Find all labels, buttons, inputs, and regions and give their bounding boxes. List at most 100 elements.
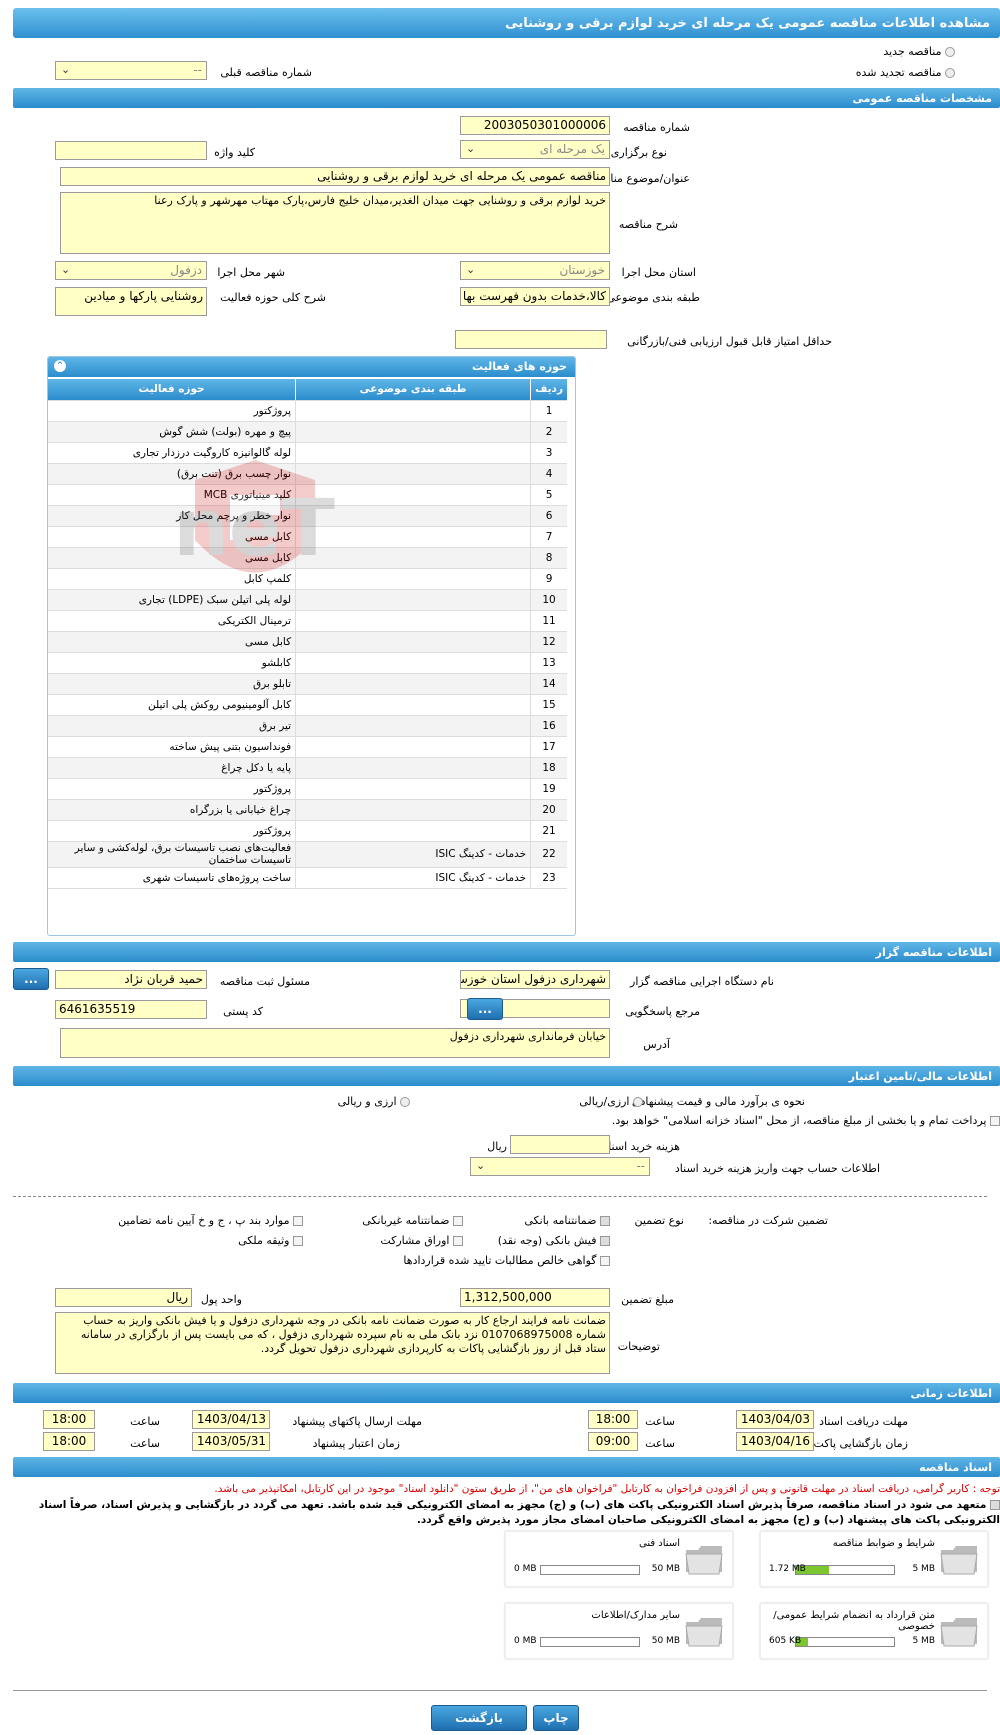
valid-date[interactable]: 1403/05/31 <box>192 1432 270 1451</box>
table-row: 1 پروژکتور <box>48 400 567 422</box>
doc-cost-unit: ریال <box>487 1140 507 1153</box>
row-area: کابلشو <box>48 652 296 674</box>
document-used-size: 0 MB <box>514 1636 537 1646</box>
city-select[interactable]: دزفول ⌄ <box>55 261 207 280</box>
checkbox-icon[interactable] <box>600 1256 610 1266</box>
row-number: 22 <box>530 841 567 868</box>
amount-field[interactable]: 1,312,500,000 <box>460 1288 610 1307</box>
document-item[interactable]: شرایط و ضوابط مناقصه 5 MB 1.72 MB <box>760 1531 988 1587</box>
guarantee-claims[interactable]: گواهی خالص مطالبات تایید شده قراردادها <box>403 1254 610 1267</box>
row-area: تابلو برق <box>48 673 296 695</box>
row-number: 20 <box>530 799 567 821</box>
keyword-field[interactable] <box>55 141 207 160</box>
document-name: اسناد فنی <box>639 1538 680 1549</box>
row-number: 17 <box>530 736 567 758</box>
activities-panel: حوزه های فعالیت ⌃ ردیف طبقه بندی موضوعی … <box>47 356 576 936</box>
row-class <box>295 421 531 443</box>
checkbox-icon[interactable] <box>453 1236 463 1246</box>
document-used-size: 0 MB <box>514 1564 537 1574</box>
category-field[interactable]: کالا،خدمات بدون فهرست بها <box>460 287 610 306</box>
scope-label: شرح کلی حوزه فعالیت <box>220 291 326 304</box>
treasury-checkbox[interactable]: پرداخت تمام و یا بخشی از مبلغ مناقصه، از… <box>612 1114 1000 1127</box>
ref-lookup-button[interactable]: ... <box>467 998 503 1020</box>
row-class: خدمات - کدینگ ISIC <box>295 867 531 889</box>
address-label: آدرس <box>643 1038 670 1051</box>
checkbox-icon[interactable] <box>293 1216 303 1226</box>
checkbox-icon[interactable] <box>293 1236 303 1246</box>
row-class <box>295 715 531 737</box>
radio-icon[interactable] <box>633 1097 643 1107</box>
get-docs-date[interactable]: 1403/04/03 <box>736 1410 814 1429</box>
currency-field[interactable]: ریال <box>55 1288 192 1307</box>
checkbox-icon[interactable] <box>990 1500 1000 1510</box>
table-row: 18 پایه یا دکل چراغ <box>48 757 567 779</box>
checkbox-icon[interactable] <box>600 1236 610 1246</box>
guarantee-cash[interactable]: فیش بانکی (وجه نقد) <box>498 1234 610 1247</box>
tender-number-field[interactable]: 2003050301000006 <box>460 116 610 135</box>
resp-lookup-button[interactable]: ... <box>13 968 49 990</box>
open-time[interactable]: 09:00 <box>588 1432 638 1451</box>
collapse-icon[interactable]: ⌃ <box>54 360 66 372</box>
document-progress-bar <box>540 1565 640 1575</box>
row-area: پیچ و مهره (بولت) شش گوش <box>48 421 296 443</box>
row-area: پروژکتور <box>48 778 296 800</box>
send-label: مهلت ارسال پاکتهای پیشنهاد <box>292 1415 422 1428</box>
section-general-header: مشخصات مناقصه عمومی <box>13 88 1000 108</box>
scope-field[interactable]: روشنایی پارکها و میادین <box>55 287 207 316</box>
document-item[interactable]: اسناد فنی 50 MB 0 MB <box>505 1531 733 1587</box>
guarantee-nonbank[interactable]: ضمانتنامه غیربانکی <box>362 1214 463 1227</box>
radio-renewed-tender[interactable]: مناقصه تجدید شده <box>856 66 955 79</box>
amount-label: مبلغ تضمین <box>621 1293 674 1306</box>
table-row: 13 کابلشو <box>48 652 567 674</box>
type-select[interactable]: یک مرحله ای ⌄ <box>460 140 610 159</box>
address-field[interactable]: خیابان فرمانداری شهرداری دزفول <box>60 1028 610 1058</box>
checkbox-icon[interactable] <box>453 1216 463 1226</box>
subject-field[interactable]: مناقصه عمومی یک مرحله ای خرید لوازم برقی… <box>60 167 610 186</box>
province-select[interactable]: خوزستان ⌄ <box>460 261 610 280</box>
description-field[interactable]: خرید لوازم برقی و روشنایی جهت میدان الغد… <box>60 192 610 254</box>
min-score-field[interactable] <box>455 330 607 349</box>
account-select[interactable]: -- ⌄ <box>470 1157 650 1176</box>
document-item[interactable]: متن قرارداد به انضمام شرایط عمومی/خصوصی 5… <box>760 1603 988 1659</box>
time-label: ساعت <box>130 1437 160 1450</box>
chevron-down-icon: ⌄ <box>466 263 476 276</box>
notes-field[interactable]: ضمانت نامه فرایند ارجاع کار به صورت ضمان… <box>55 1312 610 1374</box>
back-button[interactable]: بازگشت <box>431 1705 527 1731</box>
send-time[interactable]: 18:00 <box>43 1410 95 1429</box>
doc-cost-field[interactable] <box>510 1135 610 1154</box>
guarantee-property[interactable]: وثیقه ملکی <box>238 1234 303 1247</box>
checkbox-icon[interactable] <box>600 1216 610 1226</box>
document-item[interactable]: سایر مدارک/اطلاعات 50 MB 0 MB <box>505 1603 733 1659</box>
row-area: ساخت پروژه‌های تاسیسات شهری <box>48 867 296 889</box>
exec-org-field[interactable]: شهرداری دزفول استان خوزستان <box>460 970 610 989</box>
ref-label: مرجع پاسخگویی <box>625 1005 700 1018</box>
prev-number-select[interactable]: -- ⌄ <box>55 61 207 80</box>
row-area: فعالیت‌های نصب تاسیسات برق، لوله‌کشی و س… <box>48 841 296 868</box>
chevron-down-icon: ⌄ <box>466 142 476 155</box>
docs-commitment: متعهد می شود در اسناد مناقصه، صرفاً پذیر… <box>38 1499 1000 1526</box>
watermark: AriaTender.neT <box>0 455 805 608</box>
row-class <box>295 757 531 779</box>
radio-new-tender[interactable]: مناقصه جدید <box>883 45 955 58</box>
estimate-option-2[interactable]: ارزی و ریالی <box>338 1095 410 1108</box>
postal-field[interactable]: 6461635519 <box>55 1000 207 1019</box>
guarantee-rules[interactable]: موارد بند پ ، ج و خ آیین نامه تضامین <box>118 1214 303 1227</box>
checkbox-icon[interactable] <box>990 1116 1000 1126</box>
radio-icon[interactable] <box>945 68 955 78</box>
valid-time[interactable]: 18:00 <box>43 1432 95 1451</box>
table-row: 19 پروژکتور <box>48 778 567 800</box>
send-date[interactable]: 1403/04/13 <box>192 1410 270 1429</box>
row-number: 19 <box>530 778 567 800</box>
radio-icon[interactable] <box>400 1097 410 1107</box>
open-date[interactable]: 1403/04/16 <box>736 1432 814 1451</box>
estimate-option-1[interactable]: ارزی/ریالی <box>579 1095 643 1108</box>
row-number: 23 <box>530 867 567 889</box>
guarantee-bank[interactable]: ضمانتنامه بانکی <box>524 1214 610 1227</box>
radio-icon[interactable] <box>945 47 955 57</box>
print-button[interactable]: چاپ <box>533 1705 579 1731</box>
col-row-header: ردیف <box>530 379 567 401</box>
get-docs-time[interactable]: 18:00 <box>588 1410 638 1429</box>
guarantee-bonds[interactable]: اوراق مشارکت <box>380 1234 463 1247</box>
row-number: 21 <box>530 820 567 842</box>
resp-field[interactable]: حمید قربان نژاد <box>55 970 207 989</box>
